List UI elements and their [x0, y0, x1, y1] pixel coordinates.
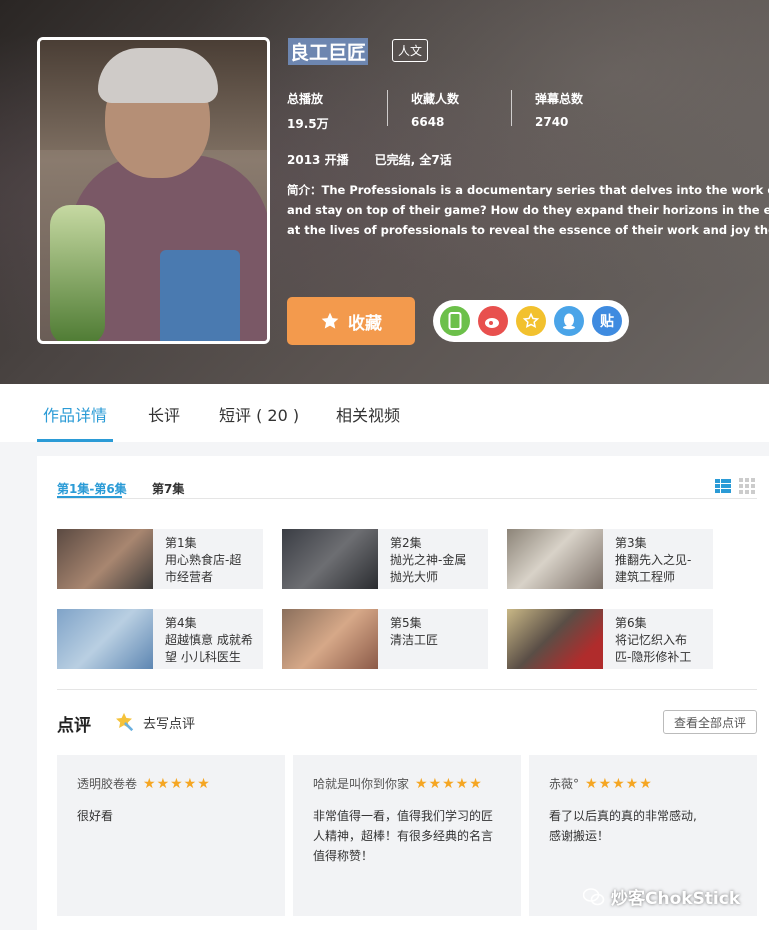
- review-text: 看了以后真的真的非常感动, 感谢搬运！: [549, 809, 697, 843]
- section-divider: [57, 689, 757, 690]
- active-tab-indicator: [37, 439, 113, 442]
- reviews-title: 点评: [57, 716, 91, 736]
- episode-card-1[interactable]: 第1集 用心熟食店-超 市经营者: [57, 529, 263, 589]
- episode-card-2[interactable]: 第2集 抛光之神-金属 抛光大师: [282, 529, 488, 589]
- pencil-star-icon: [116, 712, 134, 732]
- segment-1-6[interactable]: 第1集-第6集: [57, 480, 127, 497]
- review-card: 透明胶卷卷 ★★★★★ 很好看: [57, 755, 285, 916]
- hero-banner: 良工巨匠 人文 总播放 19.5万 收藏人数 6648 弹幕总数 2740 20…: [0, 0, 769, 384]
- stat-danmaku: 弹幕总数 2740: [535, 92, 584, 129]
- episode-thumbnail: [57, 529, 153, 589]
- wechat-icon: [583, 887, 605, 905]
- review-text: 很好看: [77, 809, 114, 823]
- episode-status: 已完结, 全7话: [374, 153, 452, 167]
- poster-image: [37, 37, 270, 344]
- episode-thumbnail: [282, 609, 378, 669]
- segment-7[interactable]: 第7集: [152, 480, 184, 497]
- rating-stars: ★★★★★: [143, 775, 211, 792]
- rating-stars: ★★★★★: [415, 775, 483, 792]
- star-icon: [321, 312, 339, 329]
- episode-card-5[interactable]: 第5集 清洁工匠: [282, 609, 488, 669]
- reviewer-name[interactable]: 哈就是叫你到你家: [313, 775, 409, 792]
- tab-bar: 作品详情 长评 短评 ( 20 ) 相关视频: [0, 384, 769, 442]
- show-meta: 2013 开播 已完结, 全7话: [287, 151, 452, 168]
- episode-thumbnail: [507, 609, 603, 669]
- write-review-link[interactable]: 去写点评: [113, 711, 195, 733]
- mobile-icon[interactable]: [440, 306, 470, 336]
- share-bar: 贴: [433, 300, 629, 342]
- grid-view-icon[interactable]: [739, 478, 755, 494]
- watermark: 炒客ChokStick: [583, 884, 740, 909]
- episode-thumbnail: [57, 609, 153, 669]
- genre-tag[interactable]: 人文: [392, 39, 429, 62]
- tab-related-videos[interactable]: 相关视频: [336, 402, 400, 426]
- list-view-icon[interactable]: [715, 478, 731, 494]
- description: 简介：The Professionals is a documentary se…: [287, 183, 769, 237]
- reviewer-name[interactable]: 透明胶卷卷: [77, 775, 137, 792]
- tab-details[interactable]: 作品详情: [43, 402, 107, 426]
- content-panel: 第1集-第6集 第7集 第1集 用心熟食店-超 市经营者 第2集 抛光之神-金属 抛光大…: [37, 456, 769, 930]
- reviewer-name[interactable]: 赤薇°: [549, 775, 579, 792]
- active-segment-indicator: [57, 496, 122, 498]
- show-title: 良工巨匠: [288, 38, 369, 65]
- tieba-icon[interactable]: 贴: [592, 306, 622, 336]
- rating-stars: ★★★★★: [585, 775, 653, 792]
- tab-short-reviews[interactable]: 短评 ( 20 ): [219, 402, 299, 426]
- view-all-reviews-button[interactable]: 查看全部点评: [663, 710, 757, 734]
- qq-icon[interactable]: [554, 306, 584, 336]
- episode-thumbnail: [282, 529, 378, 589]
- stat-favorites: 收藏人数 6648: [388, 90, 512, 129]
- review-text: 非常值得一看，值得我们学习的匠 人精神，超棒！有很多经典的名言 值得称赞！: [313, 809, 494, 863]
- review-card: 哈就是叫你到你家 ★★★★★ 非常值得一看，值得我们学习的匠 人精神，超棒！有很多…: [293, 755, 521, 916]
- stat-plays: 总播放 19.5万: [287, 90, 388, 131]
- episode-card-3[interactable]: 第3集 推翻先入之见- 建筑工程师: [507, 529, 713, 589]
- tab-long-reviews[interactable]: 长评: [148, 402, 180, 426]
- episode-card-4[interactable]: 第4集 超越慎意 成就希望 小儿科医生: [57, 609, 263, 669]
- episode-card-6[interactable]: 第6集 将记忆织入布 匹-隐形修补工: [507, 609, 713, 669]
- weibo-icon[interactable]: [478, 306, 508, 336]
- favorite-button[interactable]: 收藏: [287, 297, 415, 345]
- release-year: 2013 开播: [287, 153, 349, 167]
- stats: 总播放 19.5万 收藏人数 6648 弹幕总数 2740: [287, 90, 613, 131]
- episode-thumbnail: [507, 529, 603, 589]
- qzone-icon[interactable]: [516, 306, 546, 336]
- segment-divider: [57, 498, 757, 499]
